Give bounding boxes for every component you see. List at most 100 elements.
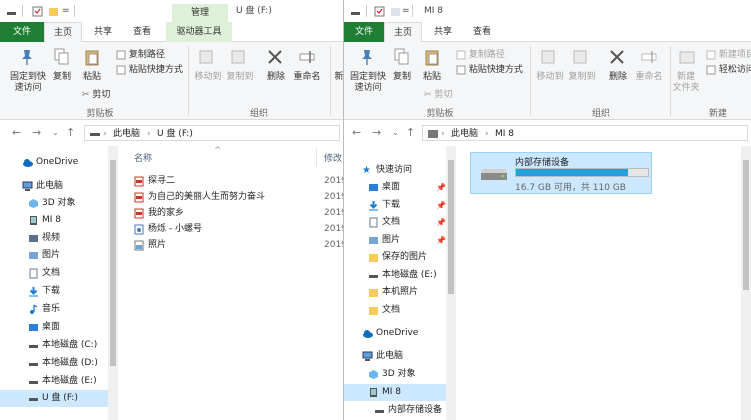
delete-button[interactable]: 删除 <box>604 72 632 83</box>
copy-button[interactable]: 复制 <box>390 72 414 83</box>
cut-button[interactable]: ✂ 剪切 <box>82 88 110 102</box>
nav-music[interactable]: 音乐 <box>0 301 108 318</box>
internal-storage-tile[interactable]: 内部存储设备 16.7 GB 可用，共 110 GB <box>470 152 652 194</box>
nav-pictures[interactable]: 图片 📌 <box>344 232 448 249</box>
nav-mi8[interactable]: MI 8 <box>0 212 108 229</box>
copy-to-button[interactable]: 复制到 <box>566 72 598 83</box>
nav-drive-e[interactable]: 本地磁盘 (E:) <box>344 267 448 284</box>
easy-access-button[interactable]: 轻松访问 <box>706 63 751 77</box>
content-scroll-thumb[interactable] <box>743 160 749 290</box>
delete-button[interactable]: 删除 <box>262 72 290 83</box>
copy-button[interactable]: 复制 <box>50 72 74 83</box>
nav-onedrive[interactable]: OneDrive <box>0 154 108 171</box>
up-arrow-icon[interactable]: ↑ <box>66 126 75 139</box>
file-row[interactable]: 杨烁 - 小螺号 <box>132 222 322 237</box>
tab-share[interactable]: 共享 <box>84 22 122 42</box>
nav-quick-access[interactable]: ★ 快速访问 <box>344 162 448 179</box>
paste-button[interactable]: 粘贴 <box>420 72 444 83</box>
move-to-button[interactable]: 移动到 <box>192 72 224 83</box>
nav-this-pc[interactable]: 此电脑 <box>344 348 448 365</box>
nav-internal-storage[interactable]: 内部存储设备 <box>344 402 448 419</box>
quick-access-dropdown-icon[interactable]: = <box>402 4 410 18</box>
nav-drive-d[interactable]: 本地磁盘 (D:) <box>0 355 108 372</box>
breadcrumb[interactable]: › 此电脑 › U 盘 (F:) <box>84 125 340 141</box>
forward-arrow-icon[interactable]: → <box>372 126 381 139</box>
nav-usb-drive[interactable]: U 盘 (F:) <box>0 390 108 407</box>
nav-documents-folder[interactable]: 文档 <box>344 302 448 319</box>
new-folder-icon[interactable] <box>48 6 59 17</box>
file-row[interactable]: 我的家乡 <box>132 206 322 221</box>
nav-videos[interactable]: 视频 <box>0 230 108 247</box>
nav-3d-objects[interactable]: 3D 对象 <box>0 195 108 212</box>
pin-icon[interactable]: 📌 <box>436 197 446 214</box>
forward-arrow-icon[interactable]: → <box>32 126 41 139</box>
file-row[interactable]: 照片 <box>132 238 322 253</box>
column-header-name[interactable]: 名称 <box>134 152 152 167</box>
tab-share[interactable]: 共享 <box>424 22 462 42</box>
tab-file[interactable]: 文件 <box>0 22 44 42</box>
tab-view[interactable]: 查看 <box>122 22 162 42</box>
breadcrumb-this-pc[interactable]: 此电脑 <box>113 126 140 142</box>
tab-view[interactable]: 查看 <box>462 22 502 42</box>
file-row[interactable]: 探寻二 <box>132 174 322 189</box>
recent-chevron-icon[interactable]: ⌄ <box>392 128 399 137</box>
copy-to-button[interactable]: 复制到 <box>224 72 256 83</box>
pin-icon[interactable]: 📌 <box>436 179 446 196</box>
content-scrollbar[interactable] <box>741 146 751 420</box>
tab-home[interactable]: 主页 <box>44 22 82 43</box>
pin-icon[interactable]: 📌 <box>436 214 446 231</box>
paste-shortcut-button[interactable]: 粘贴快捷方式 <box>116 63 183 77</box>
breadcrumb[interactable]: › 此电脑 › MI 8 <box>422 125 748 141</box>
quick-access-dropdown-icon[interactable]: = <box>62 4 70 18</box>
nav-desktop[interactable]: 桌面 📌 <box>344 179 448 196</box>
recent-chevron-icon[interactable]: ⌄ <box>52 128 59 137</box>
back-arrow-icon[interactable]: ← <box>12 126 21 139</box>
breadcrumb-this-pc[interactable]: 此电脑 <box>451 126 478 142</box>
nav-saved-pictures[interactable]: 保存的图片 <box>344 249 448 266</box>
column-header-modified[interactable]: 修改 <box>324 152 342 167</box>
pin-icon[interactable]: 📌 <box>436 232 446 249</box>
rename-button[interactable]: 重命名 <box>632 72 666 83</box>
new-button-partial[interactable]: 新 <box>334 72 343 83</box>
rename-button[interactable]: 重命名 <box>290 72 324 83</box>
tab-home[interactable]: 主页 <box>384 22 422 43</box>
nav-scroll-thumb[interactable] <box>448 160 454 294</box>
tab-file[interactable]: 文件 <box>344 22 384 42</box>
copy-path-button[interactable]: 复制路径 <box>116 48 165 62</box>
nav-drive-e[interactable]: 本地磁盘 (E:) <box>0 373 108 390</box>
pin-to-quick-access-button[interactable]: 固定到快 速访问 <box>6 72 50 94</box>
nav-pictures[interactable]: 图片 <box>0 247 108 264</box>
back-arrow-icon[interactable]: ← <box>352 126 361 139</box>
copy-icon <box>54 48 69 65</box>
properties-icon[interactable] <box>374 6 385 17</box>
nav-scrollbar[interactable] <box>108 146 118 420</box>
up-arrow-icon[interactable]: ↑ <box>406 126 415 139</box>
properties-icon[interactable] <box>32 6 43 17</box>
new-folder-icon[interactable] <box>390 6 401 17</box>
nav-this-pc[interactable]: 此电脑 <box>0 178 108 195</box>
nav-scrollbar[interactable] <box>446 146 456 420</box>
nav-mi8[interactable]: MI 8 <box>344 384 448 401</box>
nav-camera-roll[interactable]: 本机照片 <box>344 284 448 301</box>
cut-button[interactable]: ✂ 剪切 <box>424 88 452 102</box>
copy-path-button[interactable]: 复制路径 <box>456 48 505 62</box>
nav-onedrive[interactable]: OneDrive <box>344 325 448 342</box>
paste-button[interactable]: 粘贴 <box>80 72 104 83</box>
new-item-button[interactable]: 新建项目 <box>706 48 751 62</box>
nav-scroll-thumb[interactable] <box>110 160 116 366</box>
nav-3d-objects[interactable]: 3D 对象 <box>344 366 448 383</box>
file-row[interactable]: 为自己的美丽人生而努力奋斗 <box>132 190 322 205</box>
new-folder-button[interactable]: 新建 文件夹 <box>670 72 702 94</box>
move-to-button[interactable]: 移动到 <box>534 72 566 83</box>
nav-documents[interactable]: 文档 <box>0 265 108 282</box>
nav-documents[interactable]: 文档 📌 <box>344 214 448 231</box>
breadcrumb-usb[interactable]: U 盘 (F:) <box>157 126 193 142</box>
tab-drive-tools[interactable]: 驱动器工具 <box>166 22 232 42</box>
nav-downloads[interactable]: 下载 <box>0 283 108 300</box>
paste-shortcut-button[interactable]: 粘贴快捷方式 <box>456 63 523 77</box>
nav-drive-c[interactable]: 本地磁盘 (C:) <box>0 337 108 354</box>
nav-desktop[interactable]: 桌面 <box>0 319 108 336</box>
pin-to-quick-access-button[interactable]: 固定到快 速访问 <box>346 72 390 94</box>
nav-downloads[interactable]: 下载 📌 <box>344 197 448 214</box>
breadcrumb-mi8[interactable]: MI 8 <box>495 126 514 142</box>
